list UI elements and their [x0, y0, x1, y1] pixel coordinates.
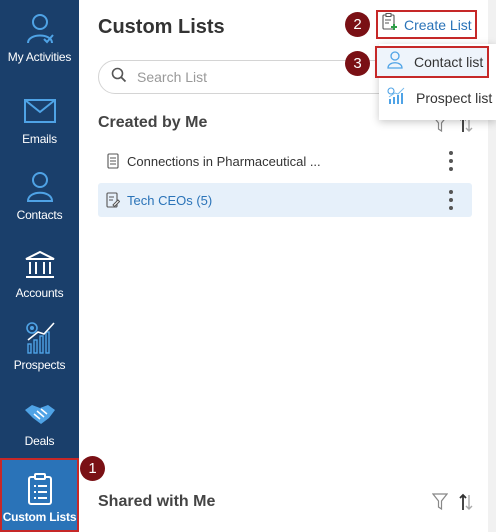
sidebar-item-label: Custom Lists — [2, 510, 77, 524]
sidebar-item-label: Contacts — [16, 208, 63, 222]
more-options-icon[interactable] — [444, 190, 458, 210]
list-item-label: Connections in Pharmaceutical ... — [127, 153, 321, 169]
sidebar-item-accounts[interactable]: Accounts — [0, 248, 79, 318]
step-callout-2: 2 — [345, 12, 370, 37]
section-title-created: Created by Me — [98, 114, 208, 131]
add-list-icon — [382, 13, 398, 36]
create-list-label: Create List — [404, 16, 472, 33]
dropdown-item-contact-list[interactable]: Contact list — [375, 46, 489, 78]
sidebar-item-label: Prospects — [13, 358, 66, 372]
contact-icon — [23, 170, 57, 204]
list-item[interactable]: Connections in Pharmaceutical ... — [98, 144, 472, 178]
section-tools-shared — [430, 492, 476, 512]
sidebar-item-prospects[interactable]: Prospects — [0, 320, 79, 390]
search-input[interactable] — [137, 69, 377, 85]
sidebar-item-label: Accounts — [15, 286, 64, 300]
sidebar-item-deals[interactable]: Deals — [0, 396, 79, 466]
step-callout-3: 3 — [345, 51, 370, 76]
dropdown-item-label: Prospect list — [416, 90, 493, 106]
sidebar-item-custom-lists[interactable]: Custom Lists — [0, 458, 79, 532]
contact-icon — [387, 50, 403, 74]
email-icon — [23, 94, 57, 128]
my-activities-icon — [23, 12, 57, 46]
custom-list-icon — [23, 472, 57, 506]
sidebar-item-contacts[interactable]: Contacts — [0, 170, 79, 240]
list-document-icon — [105, 152, 121, 170]
list-item[interactable]: Tech CEOs (5) — [98, 183, 472, 217]
sidebar: My Activities Emails Contacts Accounts P… — [0, 0, 79, 532]
sort-icon[interactable] — [456, 492, 476, 512]
dropdown-item-prospect-list[interactable]: Prospect list — [379, 82, 496, 114]
create-list-dropdown: Contact list Prospect list — [375, 44, 496, 120]
section-title-shared: Shared with Me — [98, 493, 216, 510]
prospects-chart-icon — [23, 320, 57, 354]
handshake-icon — [23, 396, 57, 430]
sidebar-item-label: Deals — [24, 434, 55, 448]
sidebar-item-label: My Activities — [7, 50, 72, 64]
more-options-icon[interactable] — [444, 151, 458, 171]
bank-icon — [23, 248, 57, 282]
filter-icon[interactable] — [430, 492, 450, 512]
sidebar-item-my-activities[interactable]: My Activities — [0, 12, 79, 82]
step-callout-1: 1 — [80, 456, 105, 481]
dropdown-item-label: Contact list — [414, 54, 484, 70]
page-title: Custom Lists — [98, 16, 225, 38]
prospects-chart-icon — [387, 86, 405, 110]
create-list-button[interactable]: Create List — [376, 10, 477, 39]
sidebar-item-label: Emails — [22, 132, 57, 146]
list-edit-document-icon — [105, 191, 121, 209]
sidebar-item-emails[interactable]: Emails — [0, 94, 79, 164]
search-icon — [111, 67, 127, 88]
list-item-label: Tech CEOs (5) — [127, 192, 213, 208]
